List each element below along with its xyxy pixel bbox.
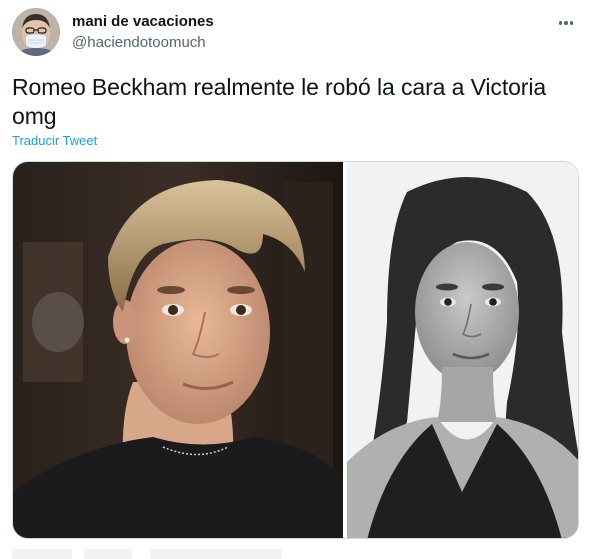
tweet-text: Romeo Beckham realmente le robó la cara …: [12, 74, 547, 129]
photo-young-man[interactable]: [13, 162, 343, 538]
more-options-button[interactable]: [552, 12, 580, 34]
more-horizontal-icon-dot: [564, 21, 568, 25]
author-avatar[interactable]: [12, 8, 60, 56]
author-handle[interactable]: @haciendotoomuch: [72, 33, 214, 53]
photo-young-woman-bw-image: [347, 162, 578, 538]
tweet-footer-partial: [12, 549, 312, 559]
photo-young-man-image: [13, 162, 343, 538]
more-horizontal-icon: [558, 21, 563, 25]
author-info: mani de vacaciones @haciendotoomuch: [72, 12, 214, 53]
avatar-image: [12, 8, 60, 56]
author-display-name[interactable]: mani de vacaciones: [72, 12, 214, 32]
tweet[interactable]: mani de vacaciones @haciendotoomuch Rome…: [0, 0, 594, 559]
photo-young-woman-bw[interactable]: [347, 162, 578, 538]
translate-tweet-link[interactable]: Traducir Tweet: [12, 133, 97, 148]
tweet-media: [12, 161, 579, 539]
more-horizontal-icon-dot: [569, 21, 574, 25]
